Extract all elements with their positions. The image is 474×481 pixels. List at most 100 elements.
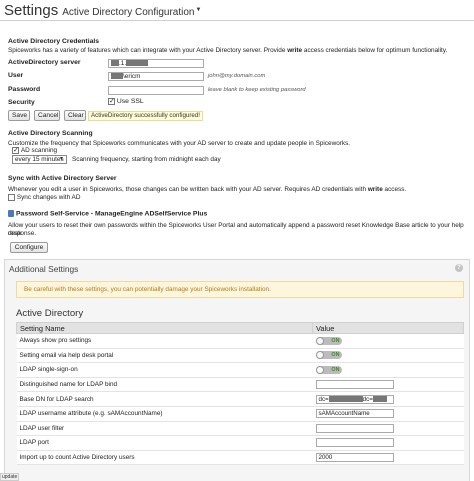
- table-row: Base DN for LDAP search dc= dc=: [16, 391, 464, 407]
- setting-value: [312, 421, 464, 437]
- page-title: Settings Active Directory Configuration …: [4, 2, 201, 20]
- sync-intro-pre: Whenever you edit a user in Spiceworks, …: [8, 186, 368, 193]
- toggle-knob: [315, 365, 324, 374]
- setting-name: LDAP port: [16, 435, 313, 451]
- col-setting-name: Setting Name: [16, 322, 313, 334]
- password-input[interactable]: [108, 86, 204, 95]
- toggle-switch[interactable]: ON: [315, 336, 342, 345]
- setting-name: Distinguished name for LDAP bind: [16, 377, 313, 393]
- security-label: Security: [8, 99, 35, 106]
- toggle-on-label: ON: [331, 352, 340, 359]
- self-service-heading-text: Password Self-Service - ManageEngine ADS…: [16, 210, 208, 218]
- additional-settings-panel: Additional Settings ? Be careful with th…: [4, 259, 470, 481]
- redacted-block: [111, 73, 123, 80]
- sync-label: Sync changes with AD: [16, 194, 81, 201]
- sync-intro: Whenever you edit a user in Spiceworks, …: [8, 186, 406, 194]
- setting-value: [312, 377, 464, 393]
- scanning-intro: Customize the frequency that Spiceworks …: [8, 140, 351, 147]
- table-row: Setting email via help desk portal ON: [16, 348, 464, 364]
- credentials-intro-pre: Spiceworks has a variety of features whi…: [8, 47, 288, 54]
- toggle-on-label: ON: [331, 337, 340, 344]
- redacted-block: [328, 396, 363, 403]
- setting-name: LDAP user filter: [16, 421, 313, 437]
- use-ssl-label: Use SSL: [116, 98, 144, 105]
- toggle-switch[interactable]: ON: [315, 365, 342, 374]
- setting-name: Always show pro settings: [16, 333, 313, 349]
- server-value: .1.: [119, 60, 127, 67]
- setting-value: [312, 435, 464, 451]
- help-icon[interactable]: ?: [455, 264, 463, 272]
- ad-scanning-option[interactable]: AD scanning: [12, 146, 58, 154]
- scanning-heading: Active Directory Scanning: [8, 130, 93, 137]
- setting-name: LDAP username attribute (e.g. sAMAccount…: [16, 406, 313, 422]
- ldap-username-attr-input[interactable]: sAMAccountName: [315, 409, 394, 419]
- self-service-intro-line1: Allow your users to reset their own pass…: [8, 222, 464, 237]
- setting-value: ON: [312, 348, 464, 364]
- toggle-switch[interactable]: ON: [315, 351, 342, 360]
- sync-option[interactable]: Sync changes with AD: [8, 194, 80, 201]
- ad-section-title: Active Directory: [16, 308, 84, 319]
- cancel-button[interactable]: Cancel: [34, 110, 60, 121]
- password-hint: leave blank to keep existing password: [208, 87, 306, 93]
- frequency-value: every 15 minutes: [15, 156, 64, 163]
- setting-name: LDAP single-sign-on: [16, 362, 313, 378]
- setting-value: ON: [312, 333, 464, 349]
- page-subtitle[interactable]: Active Directory Configuration: [62, 7, 194, 18]
- setting-name: Import up to count Active Directory user…: [16, 450, 313, 466]
- ldap-port-input[interactable]: [315, 438, 394, 448]
- user-value: \ericm: [123, 73, 141, 80]
- table-row: LDAP username attribute (e.g. sAMAccount…: [16, 406, 464, 422]
- warning-banner: Be careful with these settings, you can …: [16, 281, 464, 298]
- sync-intro-bold: write: [367, 186, 383, 193]
- table-row: LDAP user filter: [16, 421, 464, 437]
- ldap-bind-dn-input[interactable]: [315, 380, 394, 390]
- self-service-intro-line2: response.: [8, 230, 37, 237]
- credentials-heading: Active Directory Credentials: [8, 38, 100, 45]
- use-ssl-checkbox[interactable]: [108, 97, 115, 105]
- frequency-select[interactable]: every 15 minutes ▼: [12, 155, 67, 164]
- save-button[interactable]: Save: [8, 110, 30, 121]
- sync-checkbox[interactable]: [8, 194, 15, 201]
- setting-name: Setting email via help desk portal: [16, 348, 313, 364]
- status-tag: update: [0, 473, 20, 481]
- col-value: Value: [312, 322, 464, 334]
- redacted-block: [126, 60, 149, 67]
- header-divider: [0, 20, 474, 21]
- base-dn-input[interactable]: dc= dc=: [315, 394, 394, 404]
- toggle-on-label: ON: [331, 366, 340, 373]
- import-count-input[interactable]: 2000: [315, 453, 394, 463]
- sync-heading: Sync with Active Directory Server: [8, 175, 117, 182]
- base-dn-part-a: dc=: [318, 395, 329, 403]
- setting-name: Base DN for LDAP search: [16, 391, 313, 407]
- toggle-knob: [315, 336, 324, 345]
- redacted-block: [111, 60, 119, 67]
- ldap-user-filter-input[interactable]: [315, 423, 394, 433]
- table-row: Distinguished name for LDAP bind: [16, 377, 464, 393]
- ad-scanning-label: AD scanning: [20, 147, 58, 154]
- toggle-knob: [315, 351, 324, 360]
- user-label: User: [8, 72, 24, 79]
- table-row: LDAP single-sign-on ON: [16, 362, 464, 378]
- setting-value: 2000: [312, 450, 464, 466]
- base-dn-part-b: dc=: [362, 395, 373, 403]
- table-row: LDAP port: [16, 435, 464, 451]
- server-label: ActiveDirectory server: [8, 59, 81, 66]
- frequency-hint: Scanning frequency, starting from midnig…: [72, 156, 221, 163]
- server-input[interactable]: .1.: [108, 59, 204, 68]
- clear-button[interactable]: Clear: [64, 110, 86, 121]
- key-icon: [8, 210, 14, 217]
- self-service-heading: Password Self-Service - ManageEngine ADS…: [8, 210, 207, 217]
- caret-down-icon[interactable]: ▼: [195, 7, 201, 13]
- setting-value: ON: [312, 362, 464, 378]
- use-ssl-option[interactable]: Use SSL: [108, 97, 144, 105]
- setting-value: sAMAccountName: [312, 406, 464, 422]
- ad-scanning-checkbox[interactable]: [12, 146, 19, 154]
- additional-settings-heading: Additional Settings: [9, 264, 79, 274]
- chevron-down-icon: ▼: [59, 156, 64, 162]
- success-message: ActiveDirectory successfully configured!: [88, 111, 204, 121]
- configure-button[interactable]: Configure: [10, 242, 48, 253]
- credentials-intro-post: access credentials below for optimum fun…: [302, 47, 448, 54]
- page-title-text: Settings: [4, 2, 59, 19]
- user-input[interactable]: \ericm: [108, 72, 204, 81]
- table-row: Import up to count Active Directory user…: [16, 450, 464, 466]
